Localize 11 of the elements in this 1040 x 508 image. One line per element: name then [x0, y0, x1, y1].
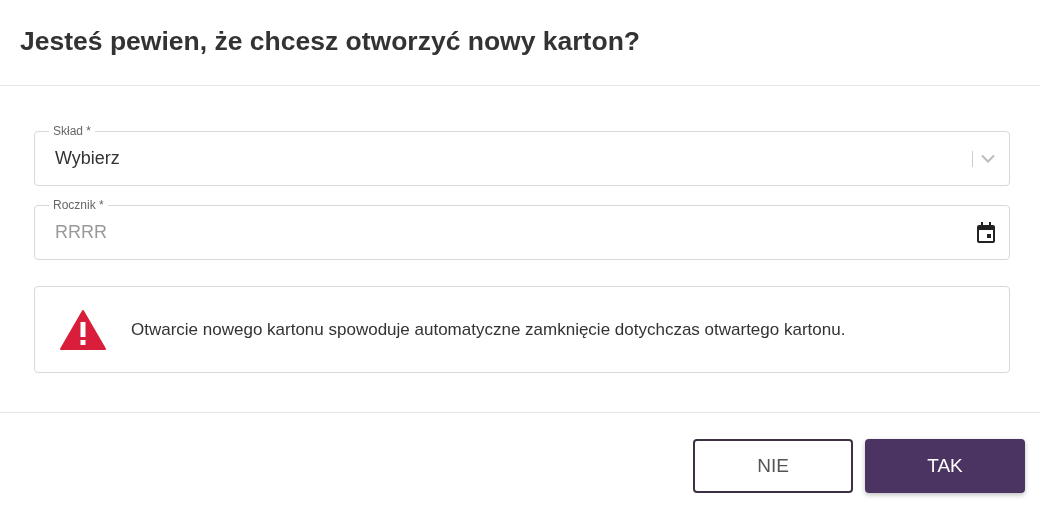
cancel-button[interactable]: NIE	[693, 439, 853, 493]
field-label: Skład *	[52, 124, 93, 138]
dialog-title: Jesteś pewien, że chcesz otworzyć nowy karton?	[20, 25, 640, 58]
alert-message: Otwarcie nowego kartonu spowoduje automatyczne zamknięcie dotychczas otwartego kartonu.	[131, 319, 846, 340]
field-label: Rocznik *	[52, 198, 105, 212]
date-field[interactable]: Rocznik * RRRR	[34, 198, 1010, 260]
warning-icon	[60, 309, 106, 350]
confirm-button[interactable]: TAK	[865, 439, 1025, 493]
select-field[interactable]: Skład * Wybierz	[34, 124, 1010, 186]
year-input[interactable]: RRRR	[55, 222, 977, 243]
calendar-icon[interactable]	[977, 222, 995, 243]
